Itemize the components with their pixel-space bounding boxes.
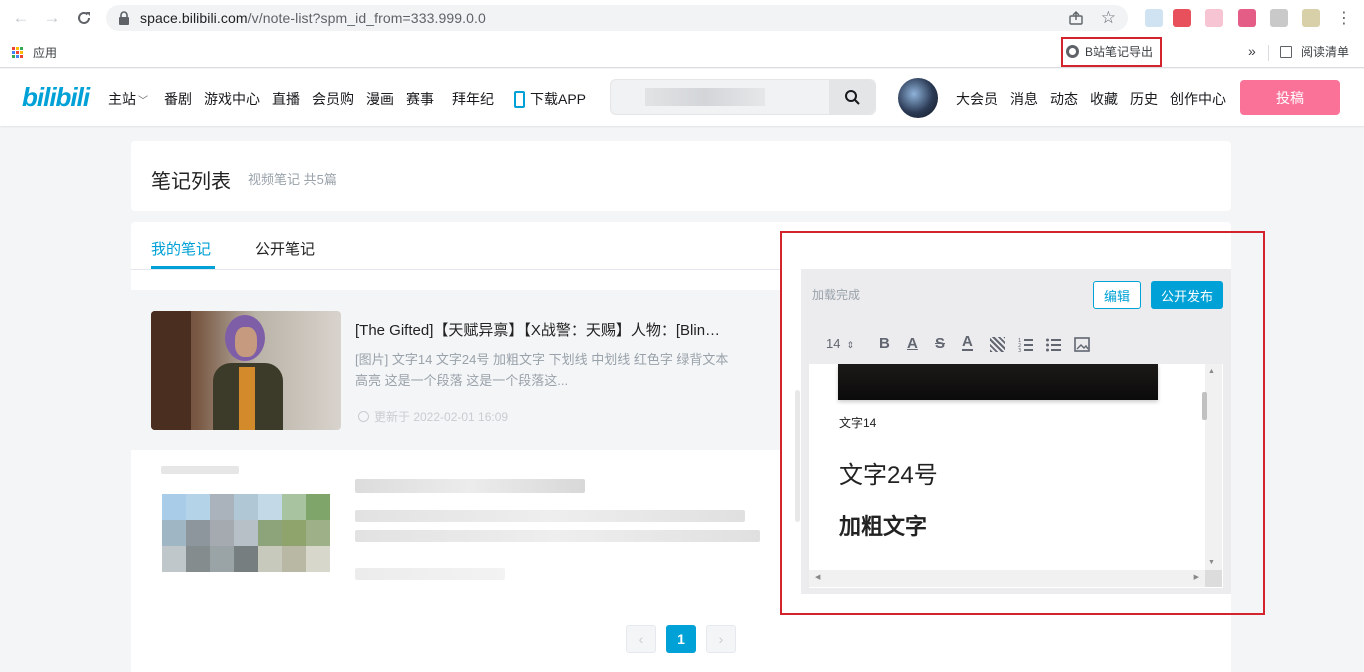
- extension-icon[interactable]: [1145, 9, 1163, 27]
- bookmark-star-icon[interactable]: ☆: [1101, 8, 1116, 28]
- search-placeholder-blurred: [645, 88, 765, 106]
- export-label: B站笔记导出: [1085, 45, 1154, 59]
- tabs-divider: [131, 269, 781, 270]
- nav-vip[interactable]: 大会员: [956, 89, 998, 109]
- nav-esports[interactable]: 赛事: [406, 89, 434, 109]
- reading-list-icon: [1280, 45, 1292, 58]
- apps-label: 应用: [33, 46, 58, 60]
- search-icon: [845, 90, 860, 105]
- search-input[interactable]: [610, 79, 876, 115]
- nav-history[interactable]: 历史: [1130, 89, 1158, 109]
- nav-anime[interactable]: 番剧: [164, 89, 192, 109]
- share-icon[interactable]: [1068, 10, 1084, 29]
- blurred-note-title: [355, 479, 585, 493]
- more-label: »: [1248, 43, 1256, 59]
- download-app-label: 下载APP: [530, 91, 587, 107]
- reading-list-label: 阅读清单: [1301, 45, 1350, 59]
- thumb-figure-shirt: [239, 367, 255, 430]
- nav-new-year[interactable]: 拜年纪: [452, 89, 494, 109]
- thumb-bg: [151, 311, 191, 430]
- clock-icon: [358, 411, 369, 422]
- thumb-figure-face: [235, 327, 257, 357]
- forward-icon[interactable]: →: [41, 7, 63, 29]
- nav-main[interactable]: 主站 ﹀: [108, 89, 148, 109]
- note-title[interactable]: [The Gifted]【天赋异禀】【X战警：天赐】人物：[Blin…: [355, 319, 765, 340]
- note-summary-line1: [图片] 文字14 文字24号 加粗文字 下划线 中划线 红色字 绿背文本: [355, 352, 729, 367]
- page-1-button[interactable]: 1: [666, 625, 696, 653]
- nav-creator-center[interactable]: 创作中心: [1170, 89, 1226, 109]
- nav-download-app[interactable]: 下载APP: [514, 89, 586, 109]
- nav-manga[interactable]: 漫画: [366, 89, 394, 109]
- note-updated: 更新于 2022-02-01 16:09: [358, 408, 508, 425]
- note-summary-line2: 高亮 这是一个段落 这是一个段落这...: [355, 373, 569, 388]
- tab-my-notes[interactable]: 我的笔记: [151, 238, 211, 259]
- site-header: bilibili 主站 ﹀ 番剧 游戏中心 直播 会员购 漫画 赛事 拜年纪 下载…: [0, 69, 1364, 126]
- note-thumbnail[interactable]: [151, 311, 341, 430]
- extension-icon[interactable]: [1270, 9, 1288, 27]
- nav-game-center[interactable]: 游戏中心: [204, 89, 260, 109]
- next-page-button[interactable]: ›: [706, 625, 736, 653]
- page-title: 笔记列表: [151, 171, 231, 193]
- phone-icon: [514, 90, 525, 108]
- more-bookmarks-button[interactable]: »: [1248, 43, 1256, 59]
- divider: [1268, 45, 1269, 61]
- reload-icon[interactable]: [73, 7, 95, 29]
- extension-icon[interactable]: [1173, 9, 1191, 27]
- note-thumbnail[interactable]: [162, 494, 330, 572]
- chevron-down-icon: ﹀: [138, 96, 148, 107]
- browser-toolbar: ← → space.bilibili.com/v/note-list?spm_i…: [0, 0, 1364, 36]
- url-text: space.bilibili.com/v/note-list?spm_id_fr…: [140, 10, 486, 26]
- nav-favorites[interactable]: 收藏: [1090, 89, 1118, 109]
- apps-bookmark[interactable]: 应用: [12, 44, 57, 61]
- blurred-summary: [355, 510, 745, 522]
- bookmarks-bar: 应用 B站笔记导出 » 阅读清单: [0, 36, 1364, 93]
- prev-page-button[interactable]: ‹: [626, 625, 656, 653]
- apps-grid-icon: [12, 47, 23, 58]
- nav-dynamics[interactable]: 动态: [1050, 89, 1078, 109]
- extension-icon[interactable]: [1205, 9, 1223, 27]
- extension-icon[interactable]: [1302, 9, 1320, 27]
- bilibili-logo[interactable]: bilibili: [22, 82, 90, 113]
- avatar[interactable]: [898, 78, 938, 118]
- address-bar[interactable]: space.bilibili.com/v/note-list?spm_id_fr…: [106, 5, 1128, 31]
- upload-button[interactable]: 投稿: [1240, 80, 1340, 115]
- note-updated-text: 更新于 2022-02-01 16:09: [374, 410, 509, 424]
- search-button[interactable]: [829, 80, 875, 114]
- editor-highlight-frame: [780, 231, 1265, 615]
- menu-kebab-icon[interactable]: ⋮: [1336, 8, 1352, 28]
- lock-icon: [118, 11, 130, 28]
- title-card: 笔记列表 视频笔记 共5篇: [131, 141, 1231, 211]
- page-subtitle: 视频笔记 共5篇: [248, 172, 337, 187]
- back-icon[interactable]: ←: [10, 7, 32, 29]
- nav-live[interactable]: 直播: [272, 89, 300, 109]
- nav-messages[interactable]: 消息: [1010, 89, 1038, 109]
- reading-list-button[interactable]: 阅读清单: [1280, 43, 1349, 60]
- tab-public-notes[interactable]: 公开笔记: [255, 238, 315, 259]
- globe-icon: [1066, 45, 1079, 58]
- bilibili-note-export-bookmark[interactable]: B站笔记导出: [1066, 43, 1153, 60]
- blurred-summary: [355, 530, 760, 542]
- blurred-text: [161, 466, 239, 474]
- nav-member-shop[interactable]: 会员购: [312, 89, 354, 109]
- extension-icon[interactable]: [1238, 9, 1256, 27]
- blurred-date: [355, 568, 505, 580]
